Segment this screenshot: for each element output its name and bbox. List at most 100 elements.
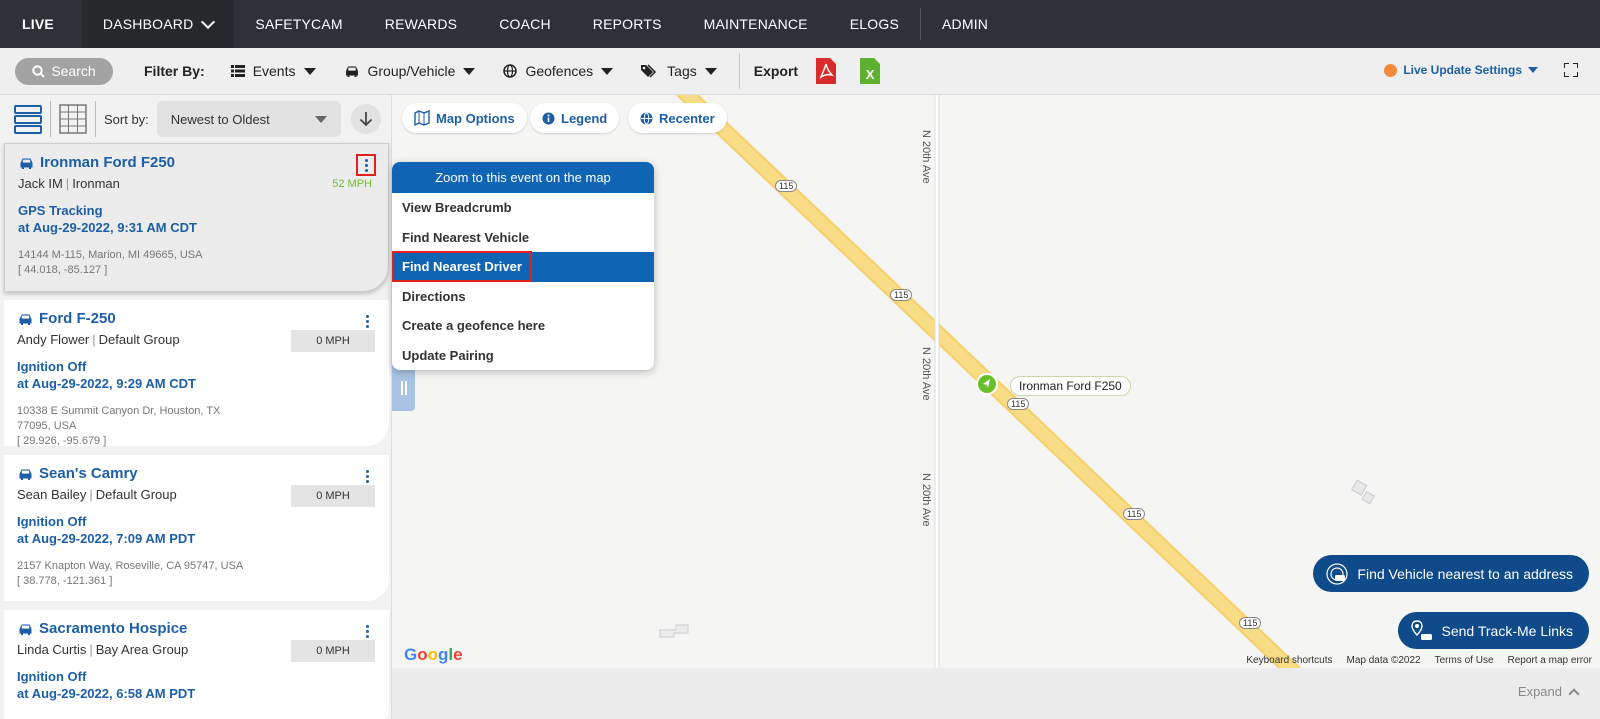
list-toolbar: Sort by: Newest to Oldest	[0, 95, 391, 143]
route-shield: 115	[1007, 398, 1030, 410]
route-shield: 115	[1239, 617, 1262, 629]
menu-update-pairing[interactable]: Update Pairing	[392, 341, 654, 371]
caret-down-icon	[601, 67, 614, 75]
panel-collapse-handle[interactable]	[392, 365, 415, 411]
nav-coach[interactable]: COACH	[478, 0, 572, 48]
event-time: at Aug-29-2022, 9:31 AM CDT	[18, 220, 197, 235]
speed-value: 0 MPH	[291, 485, 375, 507]
card-menu-button[interactable]	[356, 154, 376, 176]
menu-create-geofence[interactable]: Create a geofence here	[392, 311, 654, 341]
car-icon	[19, 469, 32, 480]
top-nav: LIVE DASHBOARD SAFETYCAM REWARDS COACH R…	[0, 0, 1600, 48]
menu-find-nearest-driver-label: Find Nearest Driver	[392, 251, 532, 283]
recenter-label: Recenter	[659, 110, 715, 126]
legend-button[interactable]: Legend	[530, 103, 620, 133]
group-vehicle-filter[interactable]: Group/Vehicle	[344, 63, 476, 79]
fullscreen-icon[interactable]	[1564, 63, 1578, 77]
nav-maintenance[interactable]: MAINTENANCE	[683, 0, 829, 48]
report-error-link[interactable]: Report a map error	[1508, 655, 1592, 666]
card-title[interactable]: Ironman Ford F250	[18, 154, 175, 171]
nav-live[interactable]: LIVE	[0, 0, 82, 48]
tags-filter[interactable]: Tags	[641, 63, 717, 79]
road-label: N 20th Ave	[920, 130, 932, 184]
event-time: at Aug-29-2022, 6:58 AM PDT	[17, 686, 196, 701]
menu-view-breadcrumb[interactable]: View Breadcrumb	[392, 193, 654, 223]
route-shield: 115	[775, 180, 798, 192]
send-track-me-label: Send Track-Me Links	[1441, 622, 1574, 639]
grid-view-icon[interactable]	[59, 104, 87, 134]
sort-select[interactable]: Newest to Oldest	[156, 101, 341, 137]
event-card[interactable]: Sacramento Hospice Linda Curtis | Bay Area…	[4, 610, 389, 719]
address-text: 14144 M-115, Marion, MI 49665, USA	[18, 249, 203, 261]
event-card[interactable]: Ironman Ford F250 Jack IM | Ironman 52 MPH…	[4, 143, 389, 292]
nav-rewards[interactable]: REWARDS	[364, 0, 478, 48]
driver-name: Andy Flower	[17, 332, 90, 347]
group-name: Default Group	[95, 487, 177, 502]
card-title[interactable]: Ford F-250	[17, 310, 116, 327]
send-track-me-button[interactable]: Send Track-Me Links	[1397, 612, 1589, 649]
driver-name: Linda Curtis	[17, 642, 87, 657]
address-text: 2157 Knapton Way, Roseville, CA 95747, U…	[17, 560, 244, 572]
geofences-filter[interactable]: Geofences	[503, 63, 614, 79]
list-icon	[230, 65, 245, 77]
car-icon	[345, 66, 358, 77]
keyboard-shortcuts-link[interactable]: Keyboard shortcuts	[1246, 655, 1332, 666]
filter-by-label: Filter By:	[144, 63, 205, 79]
address-text: 10338 E Summit Canyon Dr, Houston, TX 77…	[17, 405, 221, 432]
globe-icon	[503, 64, 518, 78]
event-type: GPS Tracking	[18, 203, 103, 218]
events-filter-label: Events	[252, 63, 296, 79]
event-address: 2157 Knapton Way, Roseville, CA 95747, U…	[17, 559, 277, 589]
vehicle-marker-icon[interactable]	[976, 373, 998, 395]
nav-admin[interactable]: ADMIN	[921, 0, 1009, 48]
find-vehicle-label: Find Vehicle nearest to an address	[1357, 565, 1573, 582]
expand-button[interactable]: Expand	[1517, 684, 1580, 700]
menu-find-nearest-driver[interactable]: Find Nearest Driver	[392, 251, 654, 283]
event-context-menu: Zoom to this event on the map View Bread…	[392, 162, 654, 370]
card-title[interactable]: Sean's Camry	[17, 465, 138, 482]
vehicle-map-label[interactable]: Ironman Ford F250	[1010, 376, 1131, 396]
recenter-button[interactable]: Recenter	[628, 103, 727, 133]
nav-dashboard[interactable]: DASHBOARD	[81, 0, 235, 48]
group-name: Default Group	[98, 332, 180, 347]
sort-direction-button[interactable]	[350, 104, 381, 134]
nav-dashboard-label: DASHBOARD	[102, 16, 194, 32]
menu-directions[interactable]: Directions	[392, 282, 654, 312]
event-type: Ignition Off	[17, 359, 87, 374]
speed-value: 52 MPH	[332, 178, 372, 190]
car-icon	[19, 314, 32, 325]
zoom-to-event-item[interactable]: Zoom to this event on the map	[392, 162, 654, 193]
car-icon	[20, 158, 33, 169]
card-menu-button[interactable]	[357, 620, 377, 642]
map-options-button[interactable]: Map Options	[402, 103, 527, 133]
card-driver: Linda Curtis | Bay Area Group	[17, 642, 189, 657]
search-button[interactable]: Search	[15, 57, 113, 85]
card-title[interactable]: Sacramento Hospice	[17, 620, 187, 637]
excel-file-icon[interactable]: X	[860, 58, 881, 84]
menu-find-nearest-vehicle[interactable]: Find Nearest Vehicle	[392, 223, 654, 253]
events-filter[interactable]: Events	[230, 63, 316, 79]
card-title-label: Ford F-250	[39, 310, 116, 327]
live-update-settings[interactable]: Live Update Settings	[1384, 63, 1538, 77]
event-card[interactable]: Ford F-250 Andy Flower | Default Group 0 M…	[4, 300, 389, 447]
event-type: Ignition Off	[17, 669, 87, 684]
geofences-filter-label: Geofences	[525, 63, 594, 79]
caret-down-icon	[314, 115, 327, 123]
filter-divider	[738, 53, 740, 89]
card-menu-button[interactable]	[357, 310, 377, 332]
list-view-icon[interactable]	[14, 104, 42, 134]
terms-link[interactable]: Terms of Use	[1435, 655, 1494, 666]
find-vehicle-button[interactable]: Find Vehicle nearest to an address	[1313, 555, 1589, 592]
nav-elogs[interactable]: ELOGS	[829, 0, 920, 48]
export-label: Export	[753, 63, 799, 79]
expand-label: Expand	[1517, 684, 1562, 699]
nav-safetycam[interactable]: SAFETYCAM	[234, 0, 363, 48]
card-menu-button[interactable]	[357, 465, 377, 487]
caret-down-icon	[463, 67, 476, 75]
pdf-file-icon[interactable]	[816, 58, 837, 84]
coordinates: [ 29.926, -95.679 ]	[17, 435, 107, 447]
event-type: Ignition Off	[17, 514, 87, 529]
event-card[interactable]: Sean's Camry Sean Bailey | Default Group 0…	[4, 455, 389, 601]
card-title-label: Ironman Ford F250	[40, 154, 176, 171]
nav-reports[interactable]: REPORTS	[572, 0, 683, 48]
